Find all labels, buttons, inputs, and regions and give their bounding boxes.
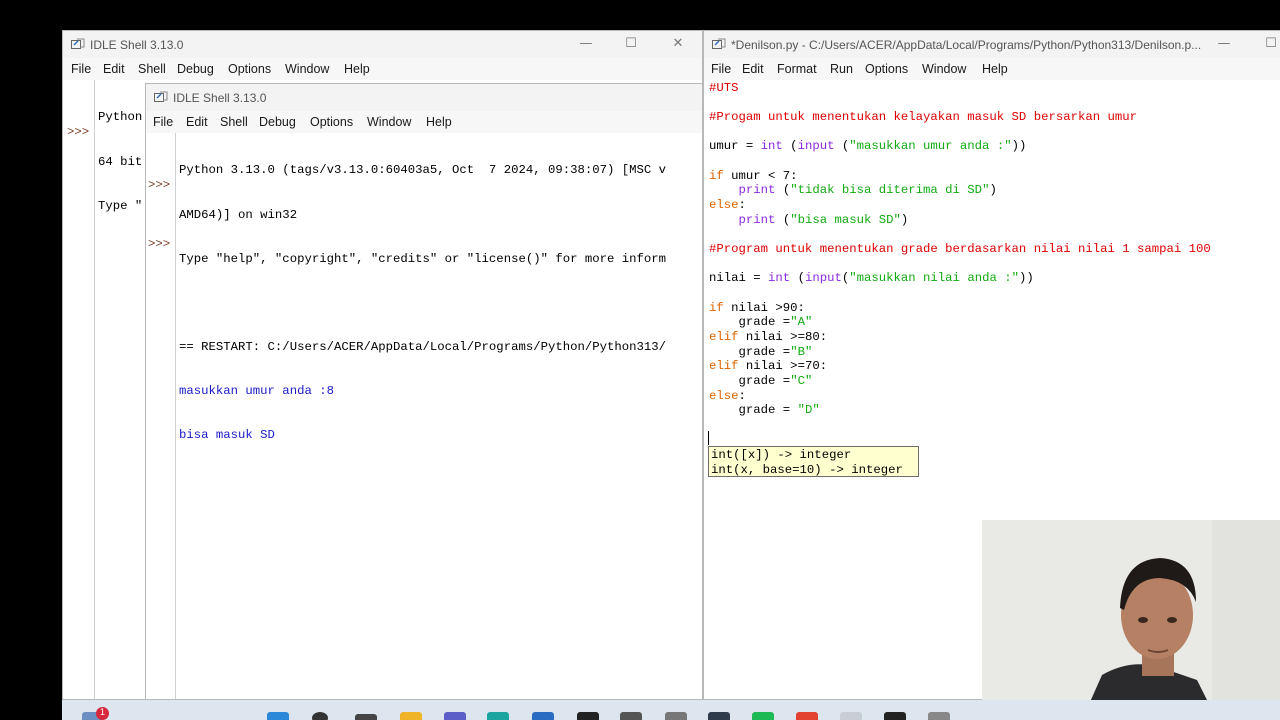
menu-debug[interactable]: Debug xyxy=(259,115,296,129)
store-icon[interactable] xyxy=(532,712,554,720)
menu-run[interactable]: Run xyxy=(830,62,853,76)
code-line: print ("tidak bisa diterima di SD") xyxy=(738,183,997,197)
window-title: IDLE Shell 3.13.0 xyxy=(173,91,267,105)
code-line: grade ="B" xyxy=(709,345,813,359)
notification-badge: 1 xyxy=(96,707,109,720)
camera-icon[interactable] xyxy=(665,712,687,720)
shell-line: Type " xyxy=(98,198,143,213)
window-title: *Denilson.py - C:/Users/ACER/AppData/Loc… xyxy=(731,38,1202,52)
shell-prompt: >>> xyxy=(148,237,171,251)
menu-options[interactable]: Options xyxy=(310,115,353,129)
code-line: grade ="C" xyxy=(709,374,813,388)
task-view-icon[interactable] xyxy=(355,714,377,720)
code-line: nilai = int (input("masukkan nilai anda … xyxy=(709,271,1034,285)
code-line: if umur < 7: xyxy=(709,169,798,183)
input-prompt-line: masukkan umur anda :8 xyxy=(179,383,334,398)
menu-debug[interactable]: Debug xyxy=(177,62,214,76)
start-icon[interactable] xyxy=(267,712,289,720)
menu-edit[interactable]: Edit xyxy=(742,62,764,76)
close-icon[interactable]: ✕ xyxy=(667,34,689,54)
menu-window[interactable]: Window xyxy=(285,62,329,76)
shell-prompt: >>> xyxy=(67,125,90,139)
restart-line: == RESTART: C:/Users/ACER/AppData/Local/… xyxy=(179,339,667,354)
calltip-line: int([x]) -> integer xyxy=(711,448,852,462)
shell-output[interactable]: Python 3.13.0 (tags/v3.13.0:60403a5, Oct… xyxy=(179,134,666,472)
menu-options[interactable]: Options xyxy=(228,62,271,76)
menu-format[interactable]: Format xyxy=(777,62,817,76)
banner-line: Python 3.13.0 (tags/v3.13.0:60403a5, Oct… xyxy=(179,163,667,178)
idle-icon[interactable] xyxy=(840,712,862,720)
maximize-icon[interactable]: ☐ xyxy=(620,34,642,54)
maximize-icon[interactable]: ☐ xyxy=(1260,34,1280,54)
minimize-icon[interactable]: — xyxy=(1213,34,1235,54)
menu-help[interactable]: Help xyxy=(344,62,370,76)
title-bar[interactable]: IDLE Shell 3.13.0 xyxy=(146,84,702,111)
dropbox-icon[interactable] xyxy=(577,712,599,720)
code-line: grade = "D" xyxy=(709,403,820,417)
minimize-icon[interactable]: — xyxy=(575,34,597,54)
menu-bar: File Edit Format Run Options Window Help xyxy=(704,58,1280,80)
prompt-gutter xyxy=(146,133,176,699)
idle-shell-window-front[interactable]: IDLE Shell 3.13.0 File Edit Shell Debug … xyxy=(145,83,703,700)
teams-icon[interactable] xyxy=(444,712,466,720)
search-icon[interactable] xyxy=(312,712,328,720)
title-bar[interactable]: *Denilson.py - C:/Users/ACER/AppData/Loc… xyxy=(704,31,1280,58)
code-line: elif nilai >=80: xyxy=(709,330,828,344)
calltip-line: int(x, base=10) -> integer xyxy=(711,462,903,477)
help-icon[interactable] xyxy=(620,712,642,720)
shell-prompt: >>> xyxy=(148,178,171,192)
file-explorer-icon[interactable] xyxy=(400,712,422,720)
menu-options[interactable]: Options xyxy=(865,62,908,76)
settings-icon[interactable] xyxy=(928,712,950,720)
code-line: #Program untuk menentukan grade berdasar… xyxy=(709,242,1211,256)
shell-output[interactable]: Python 64 bit Type " xyxy=(98,81,142,243)
menu-shell[interactable]: Shell xyxy=(220,115,248,129)
webcam-overlay xyxy=(982,520,1280,720)
menu-window[interactable]: Window xyxy=(922,62,966,76)
text-cursor xyxy=(708,431,709,445)
empty-line xyxy=(179,296,666,311)
menu-edit[interactable]: Edit xyxy=(103,62,125,76)
shell-line: 64 bit xyxy=(98,154,143,169)
calltip-popup: int([x]) -> integer int(x, base=10) -> in… xyxy=(708,446,919,477)
banner-line: AMD64)] on win32 xyxy=(179,207,298,222)
code-line: elif nilai >=70: xyxy=(709,359,828,373)
edge-icon[interactable] xyxy=(487,712,509,720)
code-line: #UTS xyxy=(709,81,739,95)
python-idle-icon xyxy=(71,38,85,51)
python-file-icon xyxy=(712,38,726,51)
terminal-icon[interactable] xyxy=(708,712,730,720)
code-line: if nilai >90: xyxy=(709,301,805,315)
menu-help[interactable]: Help xyxy=(982,62,1008,76)
code-line: print ("bisa masuk SD") xyxy=(738,213,909,227)
menu-bar: File Edit Shell Debug Options Window Hel… xyxy=(146,111,702,133)
screen: IDLE Shell 3.13.0 — ☐ ✕ File Edit Shell … xyxy=(0,0,1280,720)
code-line: grade ="A" xyxy=(709,315,813,329)
window-title: IDLE Shell 3.13.0 xyxy=(90,38,184,52)
title-bar[interactable]: IDLE Shell 3.13.0 — ☐ ✕ xyxy=(63,31,702,58)
code-line: umur = int (input ("masukkan umur anda :… xyxy=(709,139,1027,153)
shell-line: Python xyxy=(98,110,143,125)
code-line: else: xyxy=(709,389,746,403)
menu-help[interactable]: Help xyxy=(426,115,452,129)
python-idle-icon xyxy=(154,91,168,104)
chrome-icon[interactable] xyxy=(796,712,818,720)
taskbar xyxy=(62,704,1280,720)
menu-file[interactable]: File xyxy=(711,62,731,76)
menu-window[interactable]: Window xyxy=(367,115,411,129)
prompt-gutter xyxy=(63,80,95,699)
menu-shell[interactable]: Shell xyxy=(138,62,166,76)
webcam-person-image xyxy=(982,520,1280,720)
code-line: else: xyxy=(709,198,746,212)
menu-file[interactable]: File xyxy=(153,115,173,129)
code-line: #Progam untuk menentukan kelayakan masuk… xyxy=(709,110,1138,124)
menu-bar: File Edit Shell Debug Options Window Hel… xyxy=(63,58,702,80)
program-output-line: bisa masuk SD xyxy=(179,428,275,443)
banner-line: Type "help", "copyright", "credits" or "… xyxy=(179,251,667,266)
menu-edit[interactable]: Edit xyxy=(186,115,208,129)
menu-file[interactable]: File xyxy=(71,62,91,76)
record-icon[interactable] xyxy=(884,712,906,720)
spotify-icon[interactable] xyxy=(752,712,774,720)
